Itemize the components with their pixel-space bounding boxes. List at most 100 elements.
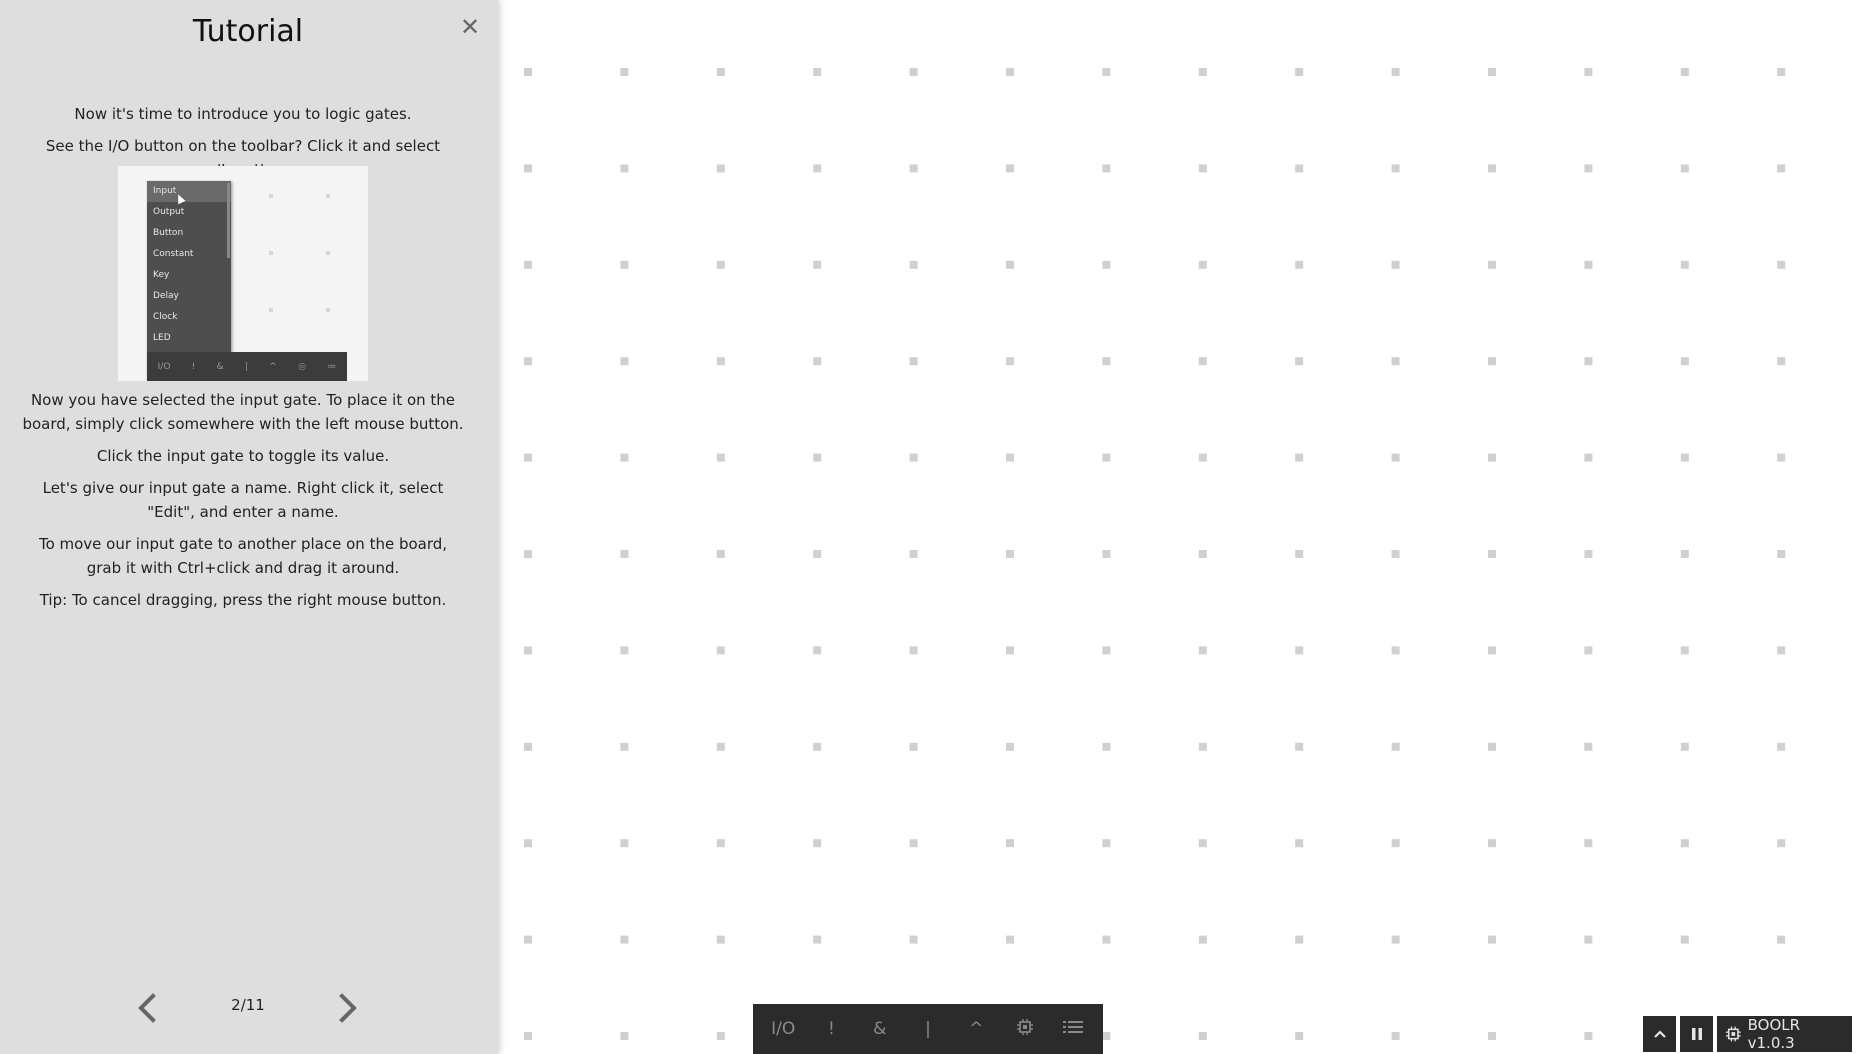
component-button[interactable]	[1003, 1018, 1047, 1041]
grid-dot	[1584, 742, 1593, 751]
grid-dot	[1488, 1032, 1496, 1040]
version-button[interactable]: BOOLR v1.0.3	[1717, 1016, 1852, 1052]
preview-scrollbar	[227, 183, 230, 258]
grid-dot	[1295, 839, 1304, 848]
preview-grid-dot	[269, 194, 273, 198]
grid-dot	[1488, 742, 1496, 751]
grid-dot	[909, 357, 918, 366]
grid-dot	[1777, 839, 1786, 848]
grid-dot	[1488, 260, 1496, 269]
grid-dot	[1391, 164, 1400, 173]
chevron-left-icon[interactable]	[133, 988, 163, 1028]
preview-menu-item: LED	[153, 333, 171, 343]
grid-dot	[1488, 164, 1496, 173]
grid-dot	[1006, 164, 1014, 173]
grid-dot	[524, 742, 532, 751]
grid-dot	[524, 164, 532, 173]
grid-dot	[1295, 1032, 1304, 1040]
grid-dot	[1198, 550, 1207, 558]
grid-dot	[1102, 68, 1111, 76]
grid-dot	[813, 935, 822, 944]
tutorial-paragraph: Tip: To cancel dragging, press the right…	[39, 591, 447, 609]
grid-dot	[1680, 550, 1689, 558]
grid-dot	[1680, 839, 1689, 848]
preview-menu-item: Key	[153, 270, 170, 280]
grid-dot	[1198, 935, 1207, 944]
grid-dot	[716, 260, 725, 269]
grid-dot	[716, 164, 725, 173]
expand-button[interactable]	[1643, 1016, 1676, 1052]
grid-dot	[1391, 935, 1400, 944]
grid-dot	[524, 357, 532, 366]
pause-button[interactable]	[1680, 1016, 1713, 1052]
preview-grid-dot	[269, 308, 273, 312]
preview-toolbar: I/O ! & | ^ ◎ ≔	[147, 352, 347, 381]
grid-dot	[1777, 646, 1786, 655]
list-button[interactable]	[1051, 1019, 1095, 1040]
preview-menu-item: Delay	[153, 291, 179, 301]
grid-dot	[1680, 742, 1689, 751]
grid-dot	[1295, 453, 1304, 462]
version-label: BOOLR v1.0.3	[1747, 1016, 1801, 1052]
grid-dot	[1584, 935, 1593, 944]
preview-toolbar-item: ^	[269, 362, 277, 372]
grid-dot	[1006, 357, 1014, 366]
grid-dot	[813, 164, 822, 173]
grid-dot	[716, 1032, 725, 1040]
io-button[interactable]: I/O	[761, 1019, 805, 1039]
tutorial-paragraph: Now you have selected the input gate. To…	[22, 391, 464, 433]
grid-dot	[620, 453, 629, 462]
grid-dot	[1584, 357, 1593, 366]
grid-dot	[716, 935, 725, 944]
grid-dot	[1198, 646, 1207, 655]
grid-dot	[909, 260, 918, 269]
and-gate-button[interactable]: &	[858, 1019, 902, 1039]
tutorial-paragraph: Now it's time to introduce you to logic …	[74, 105, 412, 123]
grid-dot	[620, 550, 629, 558]
not-gate-button[interactable]: !	[809, 1019, 853, 1039]
grid-dot	[1006, 646, 1014, 655]
grid-dot	[1295, 68, 1304, 76]
chevron-up-icon	[1653, 1030, 1666, 1038]
grid-dot	[1102, 646, 1111, 655]
grid-dot	[1584, 839, 1593, 848]
preview-toolbar-item: |	[244, 362, 248, 372]
grid-dot	[1488, 550, 1496, 558]
grid-dot	[1198, 453, 1207, 462]
grid-dot	[1680, 646, 1689, 655]
grid-dot	[813, 260, 822, 269]
preview-grid-dot	[326, 194, 330, 198]
close-icon[interactable]: ✕	[458, 12, 482, 42]
grid-dot	[524, 646, 532, 655]
grid-dot	[1006, 550, 1014, 558]
grid-dot	[813, 453, 822, 462]
main-toolbar: I/O ! & | ^	[753, 1004, 1103, 1054]
grid-dot	[1006, 453, 1014, 462]
grid-dot	[524, 550, 532, 558]
preview-menu-item: Constant	[153, 249, 194, 259]
grid-dot	[1391, 68, 1400, 76]
grid-dot	[1391, 839, 1400, 848]
grid-dot	[716, 357, 725, 366]
grid-dot	[716, 646, 725, 655]
grid-dot	[1198, 260, 1207, 269]
grid-dot	[1584, 164, 1593, 173]
grid-dot	[813, 742, 822, 751]
tutorial-page-indicator: 2/11	[231, 996, 265, 1014]
list-icon	[1062, 1020, 1083, 1033]
grid-dot	[1006, 68, 1014, 76]
chevron-right-icon[interactable]	[332, 988, 362, 1028]
grid-dot	[1680, 68, 1689, 76]
preview-toolbar-item: ◎	[298, 362, 306, 372]
grid-dot	[1102, 839, 1111, 848]
grid-dot	[1006, 839, 1014, 848]
grid-dot	[716, 550, 725, 558]
grid-dot	[909, 453, 918, 462]
grid-dot	[1102, 1032, 1111, 1040]
grid-dot	[1102, 550, 1111, 558]
or-gate-button[interactable]: |	[906, 1019, 950, 1039]
grid-dot	[524, 68, 532, 76]
grid-dot	[716, 839, 725, 848]
xor-gate-button[interactable]: ^	[954, 1019, 998, 1039]
grid-dot	[909, 646, 918, 655]
